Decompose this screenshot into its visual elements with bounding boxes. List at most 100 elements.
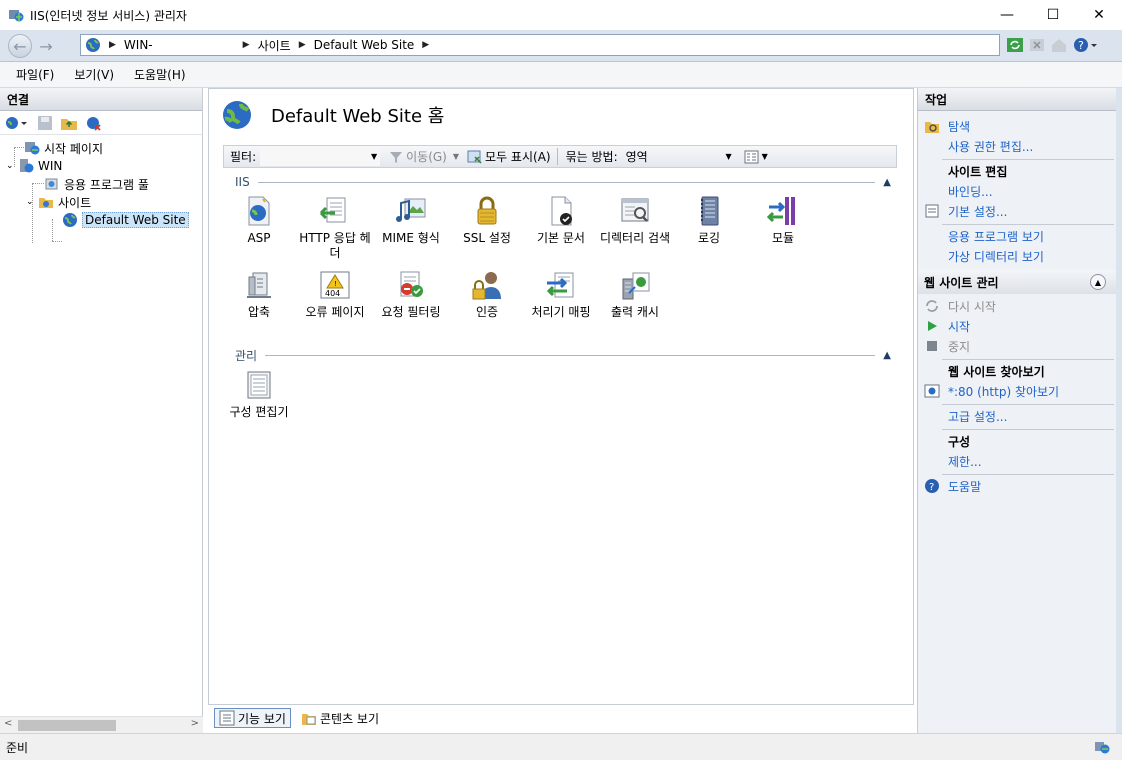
feature-compression[interactable]: 압축 xyxy=(221,269,297,320)
minimize-button[interactable]: — xyxy=(984,0,1030,30)
breadcrumb-arrow-icon[interactable]: ▶ xyxy=(422,40,429,50)
feature-authentication[interactable]: 인증 xyxy=(449,269,525,320)
stop-icon[interactable] xyxy=(1028,36,1046,54)
collapse-up-icon[interactable]: ▲ xyxy=(883,177,891,188)
home-icon[interactable] xyxy=(1050,36,1068,54)
title-bar: IIS(인터넷 정보 서비스) 관리자 — ☐ ✕ xyxy=(0,0,1122,30)
show-all-button[interactable]: 모두 표시(A) xyxy=(467,148,551,165)
action-start[interactable]: 시작 xyxy=(924,317,970,335)
breadcrumb-sites[interactable]: 사이트 xyxy=(258,37,291,54)
breadcrumb-arrow-icon: ▶ xyxy=(298,40,306,50)
action-stop[interactable]: 중지 xyxy=(924,337,970,355)
stop-square-icon xyxy=(927,341,937,351)
action-explore[interactable]: 탐색 xyxy=(924,117,970,135)
tree-line xyxy=(32,183,33,243)
feature-asp[interactable]: ASP xyxy=(221,195,297,246)
action-limits[interactable]: 제한... xyxy=(948,452,982,470)
feature-label: 인증 xyxy=(475,305,499,319)
action-browse-80[interactable]: *:80 (http) 찾아보기 xyxy=(924,382,1059,400)
action-view-virtual-directories[interactable]: 가상 디렉터리 보기 xyxy=(948,247,1044,265)
expand-chevron-icon[interactable]: ⌄ xyxy=(26,197,38,207)
feature-default-document[interactable]: 기본 문서 xyxy=(523,195,599,246)
feature-output-cache[interactable]: 출력 캐시 xyxy=(597,269,673,320)
action-advanced-settings[interactable]: 고급 설정... xyxy=(948,407,1007,425)
action-label: 사용 권한 편집... xyxy=(948,139,1034,154)
action-view-applications[interactable]: 응용 프로그램 보기 xyxy=(948,227,1044,245)
action-edit-permissions[interactable]: 사용 권한 편집... xyxy=(948,137,1033,155)
breadcrumb-default-site[interactable]: Default Web Site xyxy=(314,38,415,52)
features-panel: Default Web Site 홈 필터: ▼ 이동(G) ▼ 모두 표시(A… xyxy=(208,88,914,705)
navigation-bar: ← → ▶ WIN- ▶ 사이트 ▶ Default Web Site ▶ ? xyxy=(0,30,1122,62)
feature-request-filtering[interactable]: 요청 필터링 xyxy=(373,269,449,320)
restart-icon xyxy=(926,300,938,312)
menu-bar: 파일(F) 보기(V) 도움말(H) xyxy=(0,62,1122,88)
features-view-icon xyxy=(219,710,235,726)
collapse-up-icon[interactable]: ▲ xyxy=(1090,274,1106,290)
feature-handler-mappings[interactable]: 처리기 매핑 xyxy=(523,269,599,320)
refresh-icon[interactable] xyxy=(1006,36,1024,54)
tree-item-server[interactable]: ⌄ WIN xyxy=(6,157,62,175)
svg-text:?: ? xyxy=(929,482,934,493)
nav-tools: ? xyxy=(1006,36,1098,54)
save-icon[interactable] xyxy=(36,114,54,132)
expand-chevron-icon[interactable]: ⌄ xyxy=(6,161,18,171)
scroll-left-icon[interactable]: < xyxy=(4,718,12,729)
content-view-icon xyxy=(301,714,316,725)
feature-mime-types[interactable]: MIME 형식 xyxy=(373,195,449,246)
tab-features-view[interactable]: 기능 보기 xyxy=(214,708,291,728)
tree-item-start-page[interactable]: 시작 페이지 xyxy=(24,139,103,157)
tree-item-sites[interactable]: ⌄ 사이트 xyxy=(26,193,91,211)
collapse-up-icon[interactable]: ▲ xyxy=(883,350,891,361)
feature-http-headers[interactable]: HTTP 응답 헤더 xyxy=(297,195,373,261)
menu-view[interactable]: 보기(V) xyxy=(74,66,114,83)
scrollbar-thumb[interactable] xyxy=(18,720,116,731)
action-heading: 웹 사이트 관리 xyxy=(924,275,999,290)
breadcrumb-server[interactable]: WIN- xyxy=(124,38,153,52)
tree-item-app-pools[interactable]: 응용 프로그램 풀 xyxy=(44,175,149,193)
feature-logging[interactable]: 로깅 xyxy=(671,195,747,246)
menu-help[interactable]: 도움말(H) xyxy=(134,66,186,83)
disconnect-icon[interactable] xyxy=(84,114,102,132)
feature-label: 오류 페이지 xyxy=(305,305,365,319)
connect-icon[interactable] xyxy=(4,114,30,132)
http-headers-icon xyxy=(319,197,346,223)
authentication-icon xyxy=(472,272,501,300)
feature-error-pages[interactable]: ! 404 오류 페이지 xyxy=(297,269,373,320)
menu-file[interactable]: 파일(F) xyxy=(16,66,54,83)
feature-label: ASP xyxy=(247,231,271,245)
tree-label: 응용 프로그램 풀 xyxy=(64,177,149,192)
tree-item-default-web-site[interactable]: Default Web Site xyxy=(62,211,189,229)
forward-arrow-icon: → xyxy=(39,36,53,56)
modules-icon xyxy=(767,197,795,225)
feature-ssl-settings[interactable]: SSL 설정 xyxy=(449,195,525,246)
show-all-icon xyxy=(467,150,482,164)
filter-input[interactable]: ▼ xyxy=(260,147,381,166)
scroll-right-icon[interactable]: > xyxy=(191,718,199,729)
back-button[interactable]: ← xyxy=(8,34,32,58)
action-basic-settings[interactable]: 기본 설정... xyxy=(924,202,1007,220)
action-bindings[interactable]: 바인딩... xyxy=(948,182,993,200)
feature-modules[interactable]: 모듈 xyxy=(745,195,821,246)
tree-label: Default Web Site xyxy=(82,212,189,228)
maximize-button[interactable]: ☐ xyxy=(1030,0,1076,30)
action-restart[interactable]: 다시 시작 xyxy=(924,297,996,315)
group-by-select[interactable]: 영역 ▼ xyxy=(622,147,736,166)
horizontal-scrollbar[interactable]: < > xyxy=(0,716,203,733)
forward-button[interactable]: → xyxy=(34,34,58,58)
page-title-row: Default Web Site 홈 xyxy=(221,99,444,131)
feature-directory-browsing[interactable]: 디렉터리 검색 xyxy=(597,195,673,246)
section-management-label: 관리 xyxy=(235,348,258,363)
directory-browsing-icon xyxy=(621,198,649,222)
up-folder-icon[interactable] xyxy=(60,114,78,132)
window-controls: — ☐ ✕ xyxy=(984,0,1122,30)
tab-content-view[interactable]: 콘텐츠 보기 xyxy=(297,708,383,728)
view-mode-button[interactable]: ▼ xyxy=(744,149,768,165)
address-bar[interactable]: ▶ WIN- ▶ 사이트 ▶ Default Web Site ▶ xyxy=(80,34,1000,56)
go-button[interactable]: 이동(G) xyxy=(388,148,447,165)
action-help[interactable]: ? 도움말 xyxy=(924,477,981,495)
dropdown-arrow-icon[interactable]: ▼ xyxy=(453,152,459,161)
feature-configuration-editor[interactable]: 구성 편집기 xyxy=(221,369,297,420)
help-icon[interactable]: ? xyxy=(1072,36,1098,54)
breadcrumb-arrow-icon: ▶ xyxy=(242,40,250,50)
close-button[interactable]: ✕ xyxy=(1076,0,1122,30)
